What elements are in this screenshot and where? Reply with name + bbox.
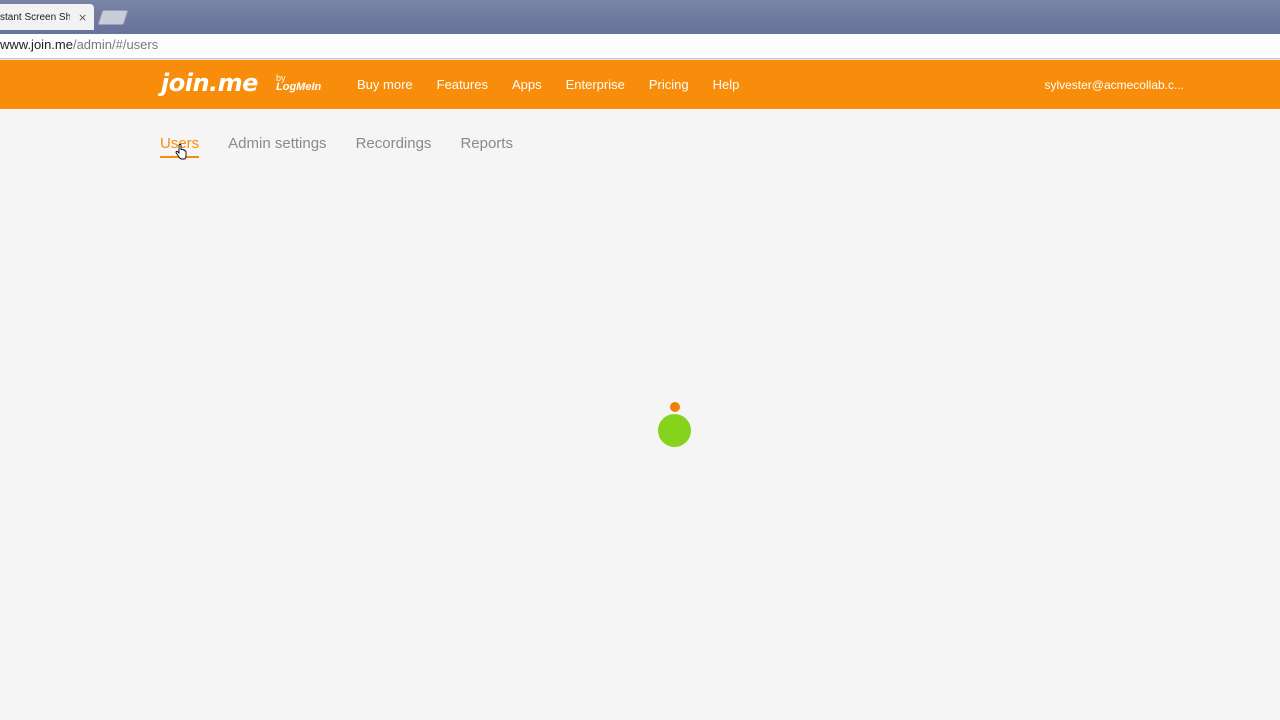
nav-pricing[interactable]: Pricing <box>649 77 689 92</box>
tab-reports[interactable]: Reports <box>460 135 513 158</box>
loading-spinner-icon <box>658 400 692 448</box>
nav-buy-more[interactable]: Buy more <box>357 77 413 92</box>
site-header: join.me by LogMeIn Buy more Features App… <box>0 60 1280 109</box>
address-bar[interactable]: www.join.me/admin/#/users <box>0 34 1280 59</box>
url-text[interactable]: www.join.me/admin/#/users <box>0 37 158 52</box>
main-nav: Buy more Features Apps Enterprise Pricin… <box>357 77 763 92</box>
logo-brand-text: LogMeIn <box>276 81 322 93</box>
new-tab-button[interactable] <box>97 10 129 25</box>
browser-tab-strip: stant Screen Sh × <box>0 0 1280 34</box>
nav-features[interactable]: Features <box>437 77 488 92</box>
nav-apps[interactable]: Apps <box>512 77 542 92</box>
close-icon[interactable]: × <box>78 11 87 24</box>
url-host: www.join.me <box>0 37 73 52</box>
browser-tab[interactable]: stant Screen Sh × <box>0 4 94 30</box>
browser-tab-title: stant Screen Sh <box>0 11 70 23</box>
tab-recordings[interactable]: Recordings <box>356 135 432 158</box>
tab-admin-settings[interactable]: Admin settings <box>228 135 326 158</box>
hand-pointer-icon <box>175 144 187 160</box>
nav-help[interactable]: Help <box>713 77 740 92</box>
spinner-orange-dot <box>670 402 680 412</box>
admin-tabs: Users Admin settings Recordings Reports <box>160 135 542 158</box>
logmein-logo: by LogMeIn <box>276 74 322 93</box>
joinme-logo[interactable]: join.me <box>161 69 258 97</box>
user-account-menu[interactable]: sylvester@acmecollab.c... <box>1044 78 1184 92</box>
nav-enterprise[interactable]: Enterprise <box>566 77 625 92</box>
spinner-green-dot <box>658 414 691 447</box>
url-path: /admin/#/users <box>72 37 159 52</box>
